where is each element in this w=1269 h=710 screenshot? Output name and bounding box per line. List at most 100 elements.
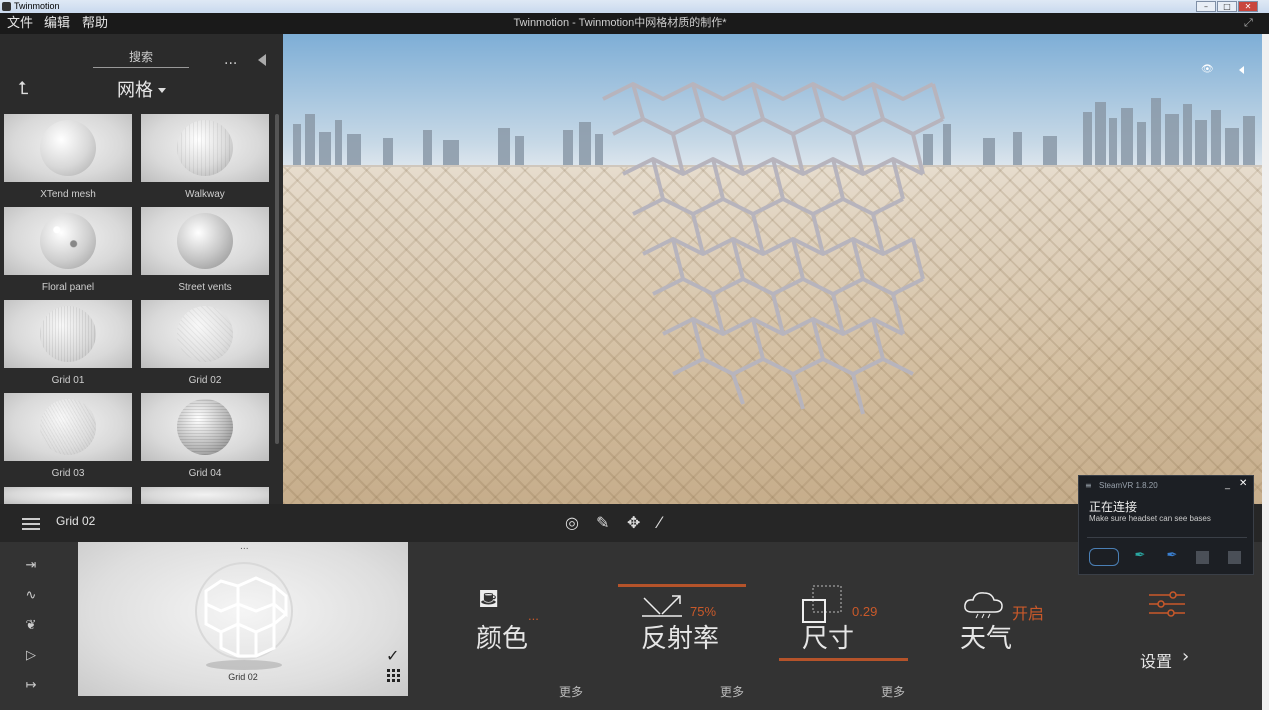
collapse-library-icon[interactable] xyxy=(258,54,266,66)
material-tile-grid-02[interactable] xyxy=(141,300,269,368)
desktop-edge xyxy=(1262,34,1269,710)
settings-sliders-icon[interactable] xyxy=(1147,590,1187,618)
steamvr-hint: Make sure headset can see bases xyxy=(1089,514,1211,523)
material-sphere xyxy=(177,306,233,362)
viewport-panel-toggle-icon[interactable] xyxy=(1239,66,1244,74)
material-sphere xyxy=(40,120,96,176)
settings-button[interactable]: 设置 xyxy=(1140,648,1172,672)
eyedropper-tool-icon[interactable]: ⁄ xyxy=(658,513,661,532)
paint-bucket-icon[interactable]: ⛾ xyxy=(478,584,499,618)
material-sphere xyxy=(40,399,96,455)
size-value: 0.29 xyxy=(852,604,878,619)
os-window-title: Twinmotion xyxy=(14,1,60,11)
tile-label: Grid 03 xyxy=(51,468,85,479)
library-search[interactable]: 搜索 xyxy=(93,48,189,68)
reflectivity-value: 75% xyxy=(690,604,717,619)
preview-label: Grid 02 xyxy=(228,672,258,682)
size-button[interactable]: 尺寸 xyxy=(802,618,854,655)
reflectivity-active-bar xyxy=(618,584,746,587)
reflectivity-more-link[interactable]: 更多 xyxy=(720,683,744,700)
os-title-bar: Twinmotion – □ ✕ xyxy=(0,0,1269,13)
controller-icon: ✒ xyxy=(1134,548,1146,563)
3d-viewport[interactable]: 👁 xyxy=(283,34,1262,504)
steamvr-minimize-button[interactable]: _ xyxy=(1225,479,1230,490)
color-button[interactable]: 颜色 xyxy=(476,618,528,655)
tile-label: Floral panel xyxy=(41,282,95,293)
hexagon-mesh-object[interactable] xyxy=(593,64,973,444)
base-station-icon xyxy=(1228,551,1241,564)
tile-label: Walkway xyxy=(185,189,225,200)
color-more-link[interactable]: 更多 xyxy=(559,683,583,700)
menu-file[interactable]: 文件 xyxy=(7,13,33,34)
tile-label: Grid 01 xyxy=(51,375,85,386)
size-active-bar xyxy=(779,658,908,661)
close-button[interactable]: ✕ xyxy=(1238,1,1258,12)
size-more-link[interactable]: 更多 xyxy=(881,683,905,700)
checkmark-icon[interactable]: ✓ xyxy=(386,646,399,665)
category-dropdown[interactable]: 网格 xyxy=(117,76,153,102)
preview-shadow xyxy=(206,660,282,670)
material-tile-xtend-mesh[interactable] xyxy=(4,114,132,182)
steamvr-menu-icon[interactable]: ≡ xyxy=(1085,481,1092,490)
material-tile-grid-03[interactable] xyxy=(4,393,132,461)
steamvr-title: SteamVR 1.8.20 xyxy=(1099,481,1158,490)
selected-material-name: Grid 02 xyxy=(56,514,96,528)
maximize-button[interactable]: □ xyxy=(1217,1,1237,12)
material-sphere xyxy=(40,306,96,362)
reflectivity-icon xyxy=(642,595,682,617)
paint-tool-icon[interactable]: ✎ xyxy=(596,513,609,532)
tile-label: Grid 02 xyxy=(188,375,222,386)
material-tile-partial[interactable] xyxy=(4,487,132,504)
library-scrollbar[interactable] xyxy=(275,114,279,444)
material-tile-partial[interactable] xyxy=(141,487,269,504)
material-library: 搜索 ... ⮤ 网格 XTend mesh Walkway Floral pa… xyxy=(0,34,283,504)
color-value: ... xyxy=(528,608,539,623)
steamvr-status: 正在连接 xyxy=(1089,500,1138,514)
material-sphere xyxy=(177,399,233,455)
preview-mesh-sphere xyxy=(195,562,293,660)
material-tile-grid-04[interactable] xyxy=(141,393,269,461)
select-tool-icon[interactable]: ◎ xyxy=(565,513,579,532)
material-tile-street-vents[interactable] xyxy=(141,207,269,275)
import-icon[interactable]: ⇥ xyxy=(20,558,42,573)
media-icon[interactable]: ▷ xyxy=(20,648,42,663)
app-logo-icon xyxy=(2,2,11,11)
steamvr-close-button[interactable]: ✕ xyxy=(1239,478,1247,489)
waveform-icon[interactable]: ∿ xyxy=(20,588,42,603)
document-title: Twinmotion - Twinmotion中网格材质的制作* xyxy=(513,17,727,29)
fullscreen-icon[interactable]: ⤢ xyxy=(1244,16,1253,30)
weather-value: 开启 xyxy=(1012,606,1045,623)
reflectivity-button[interactable]: 反射率 xyxy=(641,618,719,655)
headset-icon xyxy=(1089,548,1119,566)
tile-label: Grid 04 xyxy=(188,468,222,479)
material-sphere xyxy=(177,120,233,176)
hamburger-menu-icon[interactable] xyxy=(22,518,40,533)
divider xyxy=(1087,537,1247,538)
material-properties-panel: ⇥ ∿ ❦ ▷ ↦ ... Grid 02 ✓ ⛾ ... 颜色 更多 75% … xyxy=(0,542,1262,710)
material-sphere xyxy=(177,213,233,269)
grid-view-icon[interactable] xyxy=(387,669,400,682)
minimize-button[interactable]: – xyxy=(1196,1,1216,12)
material-tile-walkway[interactable] xyxy=(141,114,269,182)
move-tool-icon[interactable]: ✥ xyxy=(627,513,640,532)
chevron-down-icon[interactable] xyxy=(158,88,166,93)
base-station-icon xyxy=(1196,551,1209,564)
library-more-icon[interactable]: ... xyxy=(224,52,237,68)
material-sphere xyxy=(40,213,96,269)
steamvr-window: ≡ SteamVR 1.8.20 _ ✕ 正在连接 Make sure head… xyxy=(1078,475,1254,575)
back-icon[interactable]: ⮤ xyxy=(18,78,29,99)
preview-options-icon[interactable]: ... xyxy=(240,542,249,552)
export-icon[interactable]: ↦ xyxy=(20,678,42,693)
material-tile-grid-01[interactable] xyxy=(4,300,132,368)
controller-icon: ✒ xyxy=(1166,548,1178,563)
leaf-icon[interactable]: ❦ xyxy=(20,618,42,633)
eye-icon[interactable]: 👁 xyxy=(1201,64,1214,75)
material-tile-floral-panel[interactable] xyxy=(4,207,132,275)
weather-button[interactable]: 天气 xyxy=(960,618,1012,655)
weather-cloud-icon xyxy=(964,592,1003,619)
tile-label: XTend mesh xyxy=(40,189,96,200)
menu-help[interactable]: 帮助 xyxy=(82,13,108,34)
tile-label: Street vents xyxy=(178,282,232,293)
menu-edit[interactable]: 编辑 xyxy=(44,13,70,34)
chevron-right-icon[interactable]: › xyxy=(1182,646,1189,667)
